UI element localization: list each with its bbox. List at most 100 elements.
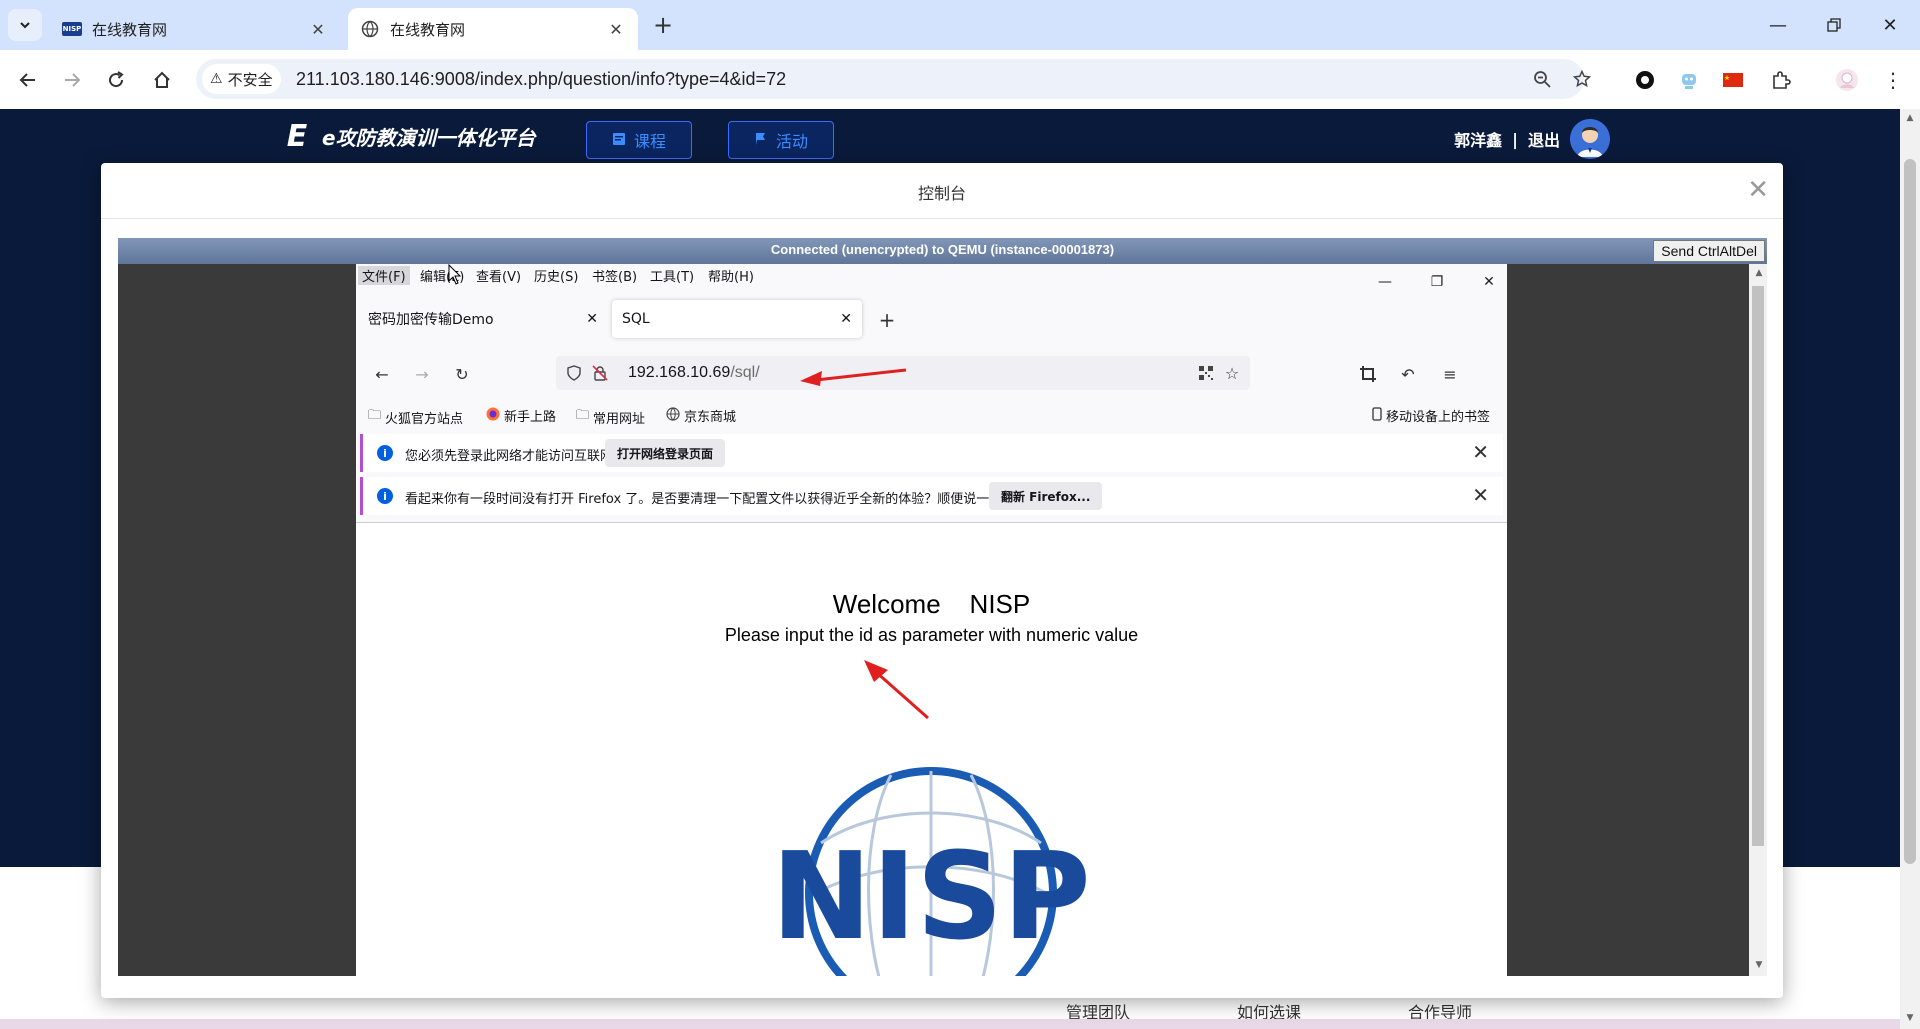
ff-minimize-button[interactable]: — xyxy=(1370,272,1400,292)
bookmark-item[interactable]: 新手上路 xyxy=(486,406,556,425)
ff-navbar: ← → ↻ 192.168.10.69/sql/ ☆ ↶ ≡ xyxy=(356,354,1507,396)
ff-tab[interactable]: 密码加密传输Demo ✕ xyxy=(358,300,608,338)
ff-new-tab-button[interactable]: + xyxy=(875,308,899,332)
close-icon[interactable]: ✕ xyxy=(1472,440,1489,464)
bookmark-item[interactable]: 京东商城 xyxy=(666,406,736,425)
bookmark-item[interactable]: 🗀 火狐官方站点 xyxy=(368,406,463,428)
back-arrow-icon xyxy=(19,73,35,87)
close-icon[interactable]: ✕ xyxy=(1472,483,1489,507)
china-flag-icon[interactable] xyxy=(1720,67,1746,93)
forward-arrow-icon xyxy=(65,73,81,87)
restore-button[interactable] xyxy=(1806,0,1862,50)
ff-forward-icon[interactable]: → xyxy=(410,362,434,386)
vnc-scroll-thumb[interactable] xyxy=(1752,286,1764,846)
welcome-subtitle: Please input the id as parameter with nu… xyxy=(724,625,1139,645)
logout-link[interactable]: 退出 xyxy=(1528,127,1560,151)
vnc-status-text: Connected (unencrypted) to QEMU (instanc… xyxy=(770,242,1115,257)
menu-view[interactable]: 查看(V) xyxy=(476,266,521,285)
tab-title: 在线教育网 xyxy=(92,20,168,39)
back-button[interactable] xyxy=(12,64,44,96)
hamburger-menu-icon[interactable]: ≡ xyxy=(1438,362,1462,386)
ff-close-button[interactable]: ✕ xyxy=(1474,272,1504,292)
menu-edit[interactable]: 编辑(E) xyxy=(420,266,464,285)
mobile-bookmarks[interactable]: 移动设备上的书签 xyxy=(1372,406,1490,425)
avatar[interactable] xyxy=(1570,119,1610,159)
ff-tab-active[interactable]: SQL ✕ xyxy=(612,300,862,338)
undo-icon[interactable]: ↶ xyxy=(1396,362,1420,386)
browser-tab[interactable]: NISP 在线教育网 ✕ xyxy=(50,8,340,50)
screenshot-crop-icon[interactable] xyxy=(1356,362,1380,386)
ff-notice-refresh: i 看起来你有一段时间没有打开 Firefox 了。是否要清理一下配置文件以获得… xyxy=(360,477,1503,515)
nisp-favicon-icon: NISP xyxy=(62,19,82,39)
close-window-button[interactable]: ✕ xyxy=(1862,0,1918,50)
home-button[interactable] xyxy=(146,64,178,96)
reload-icon xyxy=(109,71,124,88)
send-ctrlaltdel-button[interactable]: Send CtrlAltDel xyxy=(1653,240,1765,262)
close-icon[interactable]: ✕ xyxy=(606,19,626,39)
menu-file[interactable]: 文件(F) xyxy=(358,266,410,285)
user-name[interactable]: 郭洋鑫 xyxy=(1454,127,1502,151)
ff-page-content: Welcome NISP Please input the id as para… xyxy=(356,522,1507,976)
nav-activities-button[interactable]: 活动 xyxy=(728,121,834,159)
chevron-down-icon xyxy=(20,22,30,29)
browser-tab-active[interactable]: 在线教育网 ✕ xyxy=(348,8,638,50)
ff-reload-icon[interactable]: ↻ xyxy=(450,362,474,386)
nav-courses-label: 课程 xyxy=(633,132,666,151)
security-chip[interactable]: ⚠ 不安全 xyxy=(202,64,281,94)
bookmark-star-icon[interactable] xyxy=(1570,67,1594,91)
reload-button[interactable] xyxy=(100,64,132,96)
refresh-firefox-button[interactable]: 翻新 Firefox... xyxy=(989,482,1103,510)
site-header: E e攻防教演训一体化平台 课程 活动 郭洋鑫 | 退出 xyxy=(0,109,1900,163)
tab-title: 在线教育网 xyxy=(390,20,466,39)
vnc-screen[interactable]: 文件(F) 编辑(E) 查看(V) 历史(S) 书签(B) 工具(T) 帮助(H… xyxy=(118,264,1749,976)
vnc-scrollbar[interactable]: ▲ ▼ xyxy=(1749,264,1767,976)
tab-search-button[interactable] xyxy=(8,9,42,41)
welcome-heading: Welcome NISP xyxy=(832,589,1031,619)
ff-back-icon[interactable]: ← xyxy=(370,362,394,386)
nav-courses-button[interactable]: 课程 xyxy=(586,121,692,159)
ff-restore-button[interactable]: ❐ xyxy=(1422,272,1452,292)
close-icon[interactable]: ✕ xyxy=(1747,175,1769,205)
bookmark-item[interactable]: 🗀 常用网址 xyxy=(576,406,645,428)
ff-address-bar[interactable]: 192.168.10.69/sql/ ☆ xyxy=(556,356,1250,390)
info-icon: i xyxy=(377,488,393,504)
close-icon[interactable]: ✕ xyxy=(586,311,598,327)
minimize-button[interactable]: — xyxy=(1750,0,1806,50)
mobile-bookmarks-label: 移动设备上的书签 xyxy=(1386,410,1491,425)
bookmark-star-icon[interactable]: ☆ xyxy=(1220,361,1244,385)
qr-code-icon[interactable] xyxy=(1194,361,1218,385)
close-icon[interactable]: ✕ xyxy=(840,311,852,327)
new-tab-button[interactable]: + xyxy=(650,11,676,39)
scroll-up-icon[interactable]: ▲ xyxy=(1903,111,1917,125)
address-bar[interactable]: ⚠ 不安全 211.103.180.146:9008/index.php/que… xyxy=(196,59,1591,99)
page-scroll-thumb[interactable] xyxy=(1904,159,1916,864)
vnc-status-bar: Connected (unencrypted) to QEMU (instanc… xyxy=(118,238,1767,264)
scroll-down-icon[interactable]: ▼ xyxy=(1752,958,1766,972)
scroll-up-icon[interactable]: ▲ xyxy=(1752,266,1766,280)
globe-icon xyxy=(360,19,380,39)
site-logo-text: e攻防教演训一体化平台 xyxy=(322,125,536,150)
close-icon[interactable]: ✕ xyxy=(308,19,328,39)
extension-circle-icon[interactable] xyxy=(1632,67,1658,93)
menu-help[interactable]: 帮助(H) xyxy=(708,266,754,285)
bookmark-label: 火狐官方站点 xyxy=(385,411,464,427)
extension-robot-icon[interactable] xyxy=(1676,67,1702,93)
forward-button[interactable] xyxy=(56,64,88,96)
bookmark-label: 常用网址 xyxy=(593,411,646,427)
zoom-icon[interactable] xyxy=(1530,67,1554,91)
folder-icon: 🗀 xyxy=(576,408,590,423)
bookmark-label: 新手上路 xyxy=(504,410,557,425)
extensions-puzzle-icon[interactable] xyxy=(1768,67,1794,93)
page-scrollbar[interactable]: ▲ ▼ xyxy=(1900,109,1920,1029)
menu-tools[interactable]: 工具(T) xyxy=(650,266,694,285)
profile-avatar[interactable] xyxy=(1834,67,1860,93)
open-login-page-button[interactable]: 打开网络登录页面 xyxy=(605,439,726,467)
scroll-down-icon[interactable]: ▼ xyxy=(1903,1011,1917,1025)
url-text: 211.103.180.146:9008/index.php/question/… xyxy=(296,69,787,89)
site-logo[interactable]: E e攻防教演训一体化平台 xyxy=(280,119,536,154)
console-modal: 控制台 ✕ Connected (unencrypted) to QEMU (i… xyxy=(101,163,1783,998)
more-menu-icon[interactable]: ⋮ xyxy=(1880,67,1906,93)
nisp-logo: NISP xyxy=(771,767,1091,976)
menu-history[interactable]: 历史(S) xyxy=(534,266,578,285)
menu-bookmarks[interactable]: 书签(B) xyxy=(592,266,637,285)
